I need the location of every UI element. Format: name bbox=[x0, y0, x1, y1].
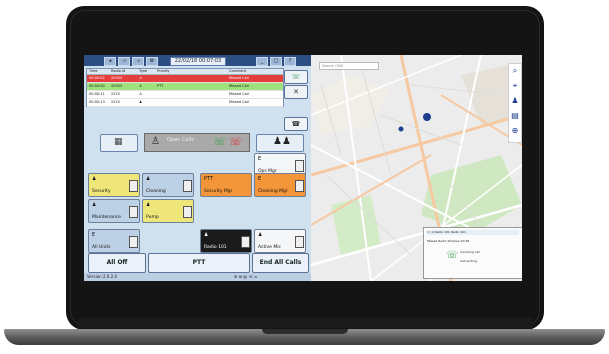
column-priority: Priority bbox=[157, 69, 170, 73]
popup-row: Missed Radio Simplex 10:28 bbox=[427, 239, 470, 243]
radio-icon: ♟ bbox=[92, 202, 97, 208]
talkgroup-security[interactable]: ♟ Security bbox=[88, 173, 140, 197]
phone-icon: ☏ bbox=[291, 73, 301, 81]
version-label: Version 2.0.2.4 bbox=[87, 274, 117, 279]
radio-icon: ♟ bbox=[204, 232, 209, 238]
laptop-notch bbox=[262, 329, 348, 334]
list-icon[interactable]: ▤ bbox=[510, 111, 520, 121]
laptop-chin bbox=[78, 318, 532, 328]
popup-header: 1 / 4 Radio 101 Radio 101 bbox=[427, 230, 519, 235]
group-icon[interactable]: ♟ bbox=[510, 96, 520, 106]
speaker-icon[interactable]: ◃ bbox=[118, 57, 130, 66]
radio-icon: ♟ bbox=[258, 232, 263, 238]
close-button[interactable]: ✕ bbox=[284, 85, 308, 99]
keypad-button[interactable]: ▦ bbox=[100, 134, 138, 152]
phone-hangup-icon: ☏ bbox=[229, 135, 243, 148]
talkgroup-pump[interactable]: ♟ Pump bbox=[142, 199, 194, 223]
dispatch-panel: ◂ ◃ ◃ ⚙ 22/02/18 00:07:03 _ □ ? Time Rad… bbox=[84, 55, 311, 281]
screen: ◂ ◃ ◃ ⚙ 22/02/18 00:07:03 _ □ ? Time Rad… bbox=[84, 55, 522, 281]
call-popup[interactable]: 1 / 4 Radio 101 Radio 101 Missed Radio S… bbox=[423, 227, 522, 279]
column-type: Type bbox=[139, 69, 148, 73]
table-row[interactable]: 00:00:02 20304 ♙ Missed Call bbox=[87, 75, 283, 83]
map-pin[interactable] bbox=[423, 113, 431, 121]
popup-row: Call ending bbox=[460, 259, 477, 263]
radio-icon: ♟ bbox=[146, 202, 151, 208]
group-icon: ♟♟ bbox=[273, 136, 291, 147]
phone-icon: ☎ bbox=[291, 120, 301, 128]
map-pin[interactable] bbox=[398, 126, 404, 132]
volume-slider[interactable] bbox=[295, 180, 304, 192]
hangup-button[interactable]: ☎ bbox=[284, 117, 308, 131]
table-row[interactable]: 00:00:00 20303 ♙ PTT Missed Call bbox=[87, 83, 283, 91]
map-search-input[interactable]: Search OSM bbox=[319, 62, 379, 70]
table-row[interactable]: 00:00:13 2210 ♟ Missed Call bbox=[87, 99, 283, 107]
radio-icon: ♟ bbox=[92, 176, 97, 182]
open-calls-button[interactable]: ♙ Open Calls ☏ ☏ bbox=[144, 133, 250, 152]
column-time: Time bbox=[89, 69, 98, 73]
volume-slider[interactable] bbox=[129, 206, 138, 218]
end-all-calls-button[interactable]: End All Calls bbox=[252, 253, 309, 273]
person-icon: ♙ bbox=[151, 136, 160, 147]
status-bar: Version 2.0.2.4 ⊞ ⊞ ▤ ☏ ⌂ bbox=[84, 273, 311, 281]
map-view[interactable]: Search OSM ⌕ ⌖ ♟ ▤ ⊕ 1 / 4 Radio 101 Rad… bbox=[311, 55, 522, 281]
radio-icon: ♟ bbox=[146, 176, 151, 182]
person-icon: ♙ bbox=[139, 84, 143, 88]
clock-display: 22/02/18 00:07:03 bbox=[170, 57, 226, 66]
column-radio-id: Radio Id bbox=[111, 69, 126, 73]
column-comment: Comment bbox=[229, 69, 247, 73]
minimize-button[interactable]: _ bbox=[256, 57, 268, 66]
radio-icon: E bbox=[258, 176, 262, 182]
radio-icon: E bbox=[258, 156, 262, 162]
volume-slider[interactable] bbox=[183, 206, 192, 218]
open-calls-label: Open Calls bbox=[167, 137, 194, 143]
call-log-table: Time Radio Id Type Priority Comment 00:0… bbox=[86, 68, 284, 107]
answer-call-button[interactable]: ☏ bbox=[284, 70, 308, 84]
volume-slider[interactable] bbox=[129, 180, 138, 192]
volume-slider[interactable] bbox=[183, 180, 192, 192]
volume-slider[interactable] bbox=[295, 160, 304, 172]
all-off-button[interactable]: All Off bbox=[88, 253, 146, 273]
talkgroup-active-mic[interactable]: ♟ Active Mic bbox=[254, 229, 306, 253]
toolbar: ◂ ◃ ◃ ⚙ 22/02/18 00:07:03 _ □ ? bbox=[84, 55, 311, 66]
radio-icon: E bbox=[92, 232, 96, 238]
map-toolbar: ⌕ ⌖ ♟ ▤ ⊕ bbox=[508, 63, 522, 143]
status-icons: ⊞ ⊞ ▤ ☏ ⌂ bbox=[234, 274, 258, 279]
talkgroup-cleaning[interactable]: ♟ Cleaning bbox=[142, 173, 194, 197]
person-icon: ♙ bbox=[139, 92, 143, 96]
phone-icon[interactable]: ☏ bbox=[446, 250, 459, 261]
maximize-button[interactable]: □ bbox=[270, 57, 282, 66]
phone-icon: ☏ bbox=[213, 135, 227, 148]
volume-slider[interactable] bbox=[295, 236, 304, 248]
ptt-button[interactable]: PTT bbox=[148, 253, 250, 273]
location-icon[interactable]: ⌖ bbox=[510, 81, 520, 91]
volume-slider[interactable] bbox=[129, 236, 138, 248]
volume-icon[interactable]: ◂ bbox=[104, 57, 116, 66]
talkgroup-cleaning-mgr[interactable]: E Cleaning Mgr bbox=[254, 173, 306, 197]
mute-icon[interactable]: ◃ bbox=[132, 57, 144, 66]
talkgroup-all-units[interactable]: E All Units bbox=[88, 229, 140, 253]
talkgroup-radio-101[interactable]: ♟ Radio 101 bbox=[200, 229, 252, 253]
help-button[interactable]: ? bbox=[284, 57, 296, 66]
keypad-icon: ▦ bbox=[114, 137, 123, 147]
talkgroup-maintenance[interactable]: ♟ Maintenance bbox=[88, 199, 140, 223]
person-icon: ♙ bbox=[139, 76, 143, 80]
search-icon[interactable]: ⌕ bbox=[510, 66, 520, 76]
table-row[interactable]: 00:00:11 2210 ♙ Missed Call bbox=[87, 91, 283, 99]
group-icon: ♟ bbox=[139, 100, 143, 104]
popup-row: Incoming call bbox=[460, 250, 480, 254]
talkgroup-grid: E Ops Mgr ♟ Security ♟ Cleaning PTT Secu… bbox=[84, 151, 311, 255]
zoom-icon[interactable]: ⊕ bbox=[510, 126, 520, 136]
settings-icon[interactable]: ⚙ bbox=[146, 57, 158, 66]
talkgroup-security-mgr[interactable]: PTT Security Mgr bbox=[200, 173, 252, 197]
close-icon: ✕ bbox=[293, 88, 299, 96]
group-call-button[interactable]: ♟♟ bbox=[256, 134, 304, 152]
radio-icon: PTT bbox=[204, 176, 214, 182]
volume-slider[interactable] bbox=[241, 236, 250, 248]
